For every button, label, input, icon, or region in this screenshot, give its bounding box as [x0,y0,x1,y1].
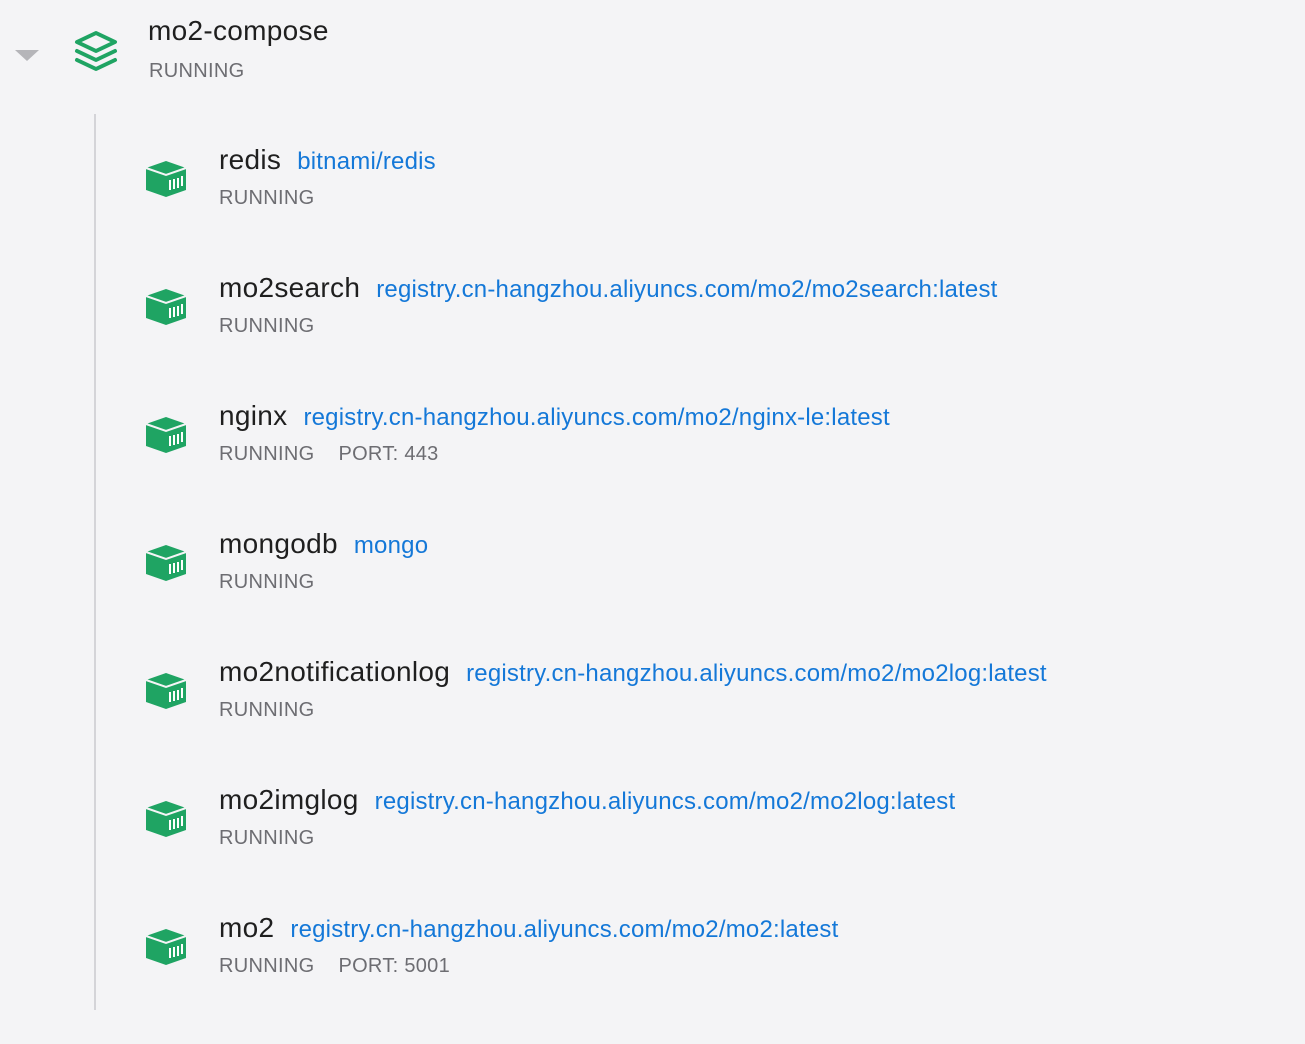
docker-dashboard: mo2-compose RUNNING redis bitnami/redis … [0,0,1305,1044]
container-status: RUNNING [219,699,315,721]
container-name: mo2imglog [219,784,359,815]
container-icon [145,161,187,197]
container-row-nginx[interactable]: nginx registry.cn-hangzhou.aliyuncs.com/… [0,384,1305,512]
container-image-link[interactable]: bitnami/redis [297,148,436,176]
container-name: mongodb [219,528,338,559]
container-row-mongodb[interactable]: mongodb mongo RUNNING [0,512,1305,640]
container-image-link[interactable]: mongo [354,532,428,560]
container-icon [145,417,187,453]
compose-group-name: mo2-compose [148,15,329,46]
collapse-caret-icon[interactable] [15,50,39,61]
container-name: nginx [219,400,288,431]
container-image-link[interactable]: registry.cn-hangzhou.aliyuncs.com/mo2/ng… [303,404,889,432]
container-icon [145,545,187,581]
container-row-mo2search[interactable]: mo2search registry.cn-hangzhou.aliyuncs.… [0,256,1305,384]
container-name: mo2notificationlog [219,656,451,687]
container-image-link[interactable]: registry.cn-hangzhou.aliyuncs.com/mo2/mo… [375,788,956,816]
container-port[interactable]: PORT: 5001 [338,955,450,977]
compose-group-header[interactable]: mo2-compose RUNNING [0,0,1305,100]
container-port[interactable]: PORT: 443 [338,443,438,465]
container-row-mo2imglog[interactable]: mo2imglog registry.cn-hangzhou.aliyuncs.… [0,768,1305,896]
container-status: RUNNING [219,955,315,977]
container-icon [145,673,187,709]
stack-icon [75,31,117,71]
container-status: RUNNING [219,827,315,849]
container-list: redis bitnami/redis RUNNING mo2search re… [0,128,1305,1024]
container-image-link[interactable]: registry.cn-hangzhou.aliyuncs.com/mo2/mo… [466,660,1047,688]
compose-group-status: RUNNING [149,60,245,82]
container-image-link[interactable]: registry.cn-hangzhou.aliyuncs.com/mo2/mo… [290,916,838,944]
container-status: RUNNING [219,187,315,209]
container-icon [145,929,187,965]
container-name: mo2search [219,272,361,303]
container-status: RUNNING [219,571,315,593]
container-row-redis[interactable]: redis bitnami/redis RUNNING [0,128,1305,256]
container-row-mo2[interactable]: mo2 registry.cn-hangzhou.aliyuncs.com/mo… [0,896,1305,1024]
container-status: RUNNING [219,315,315,337]
container-icon [145,289,187,325]
container-image-link[interactable]: registry.cn-hangzhou.aliyuncs.com/mo2/mo… [376,276,997,304]
container-row-mo2notificationlog[interactable]: mo2notificationlog registry.cn-hangzhou.… [0,640,1305,768]
container-icon [145,801,187,837]
container-name: redis [219,144,282,175]
container-name: mo2 [219,912,275,943]
container-status: RUNNING [219,443,315,465]
